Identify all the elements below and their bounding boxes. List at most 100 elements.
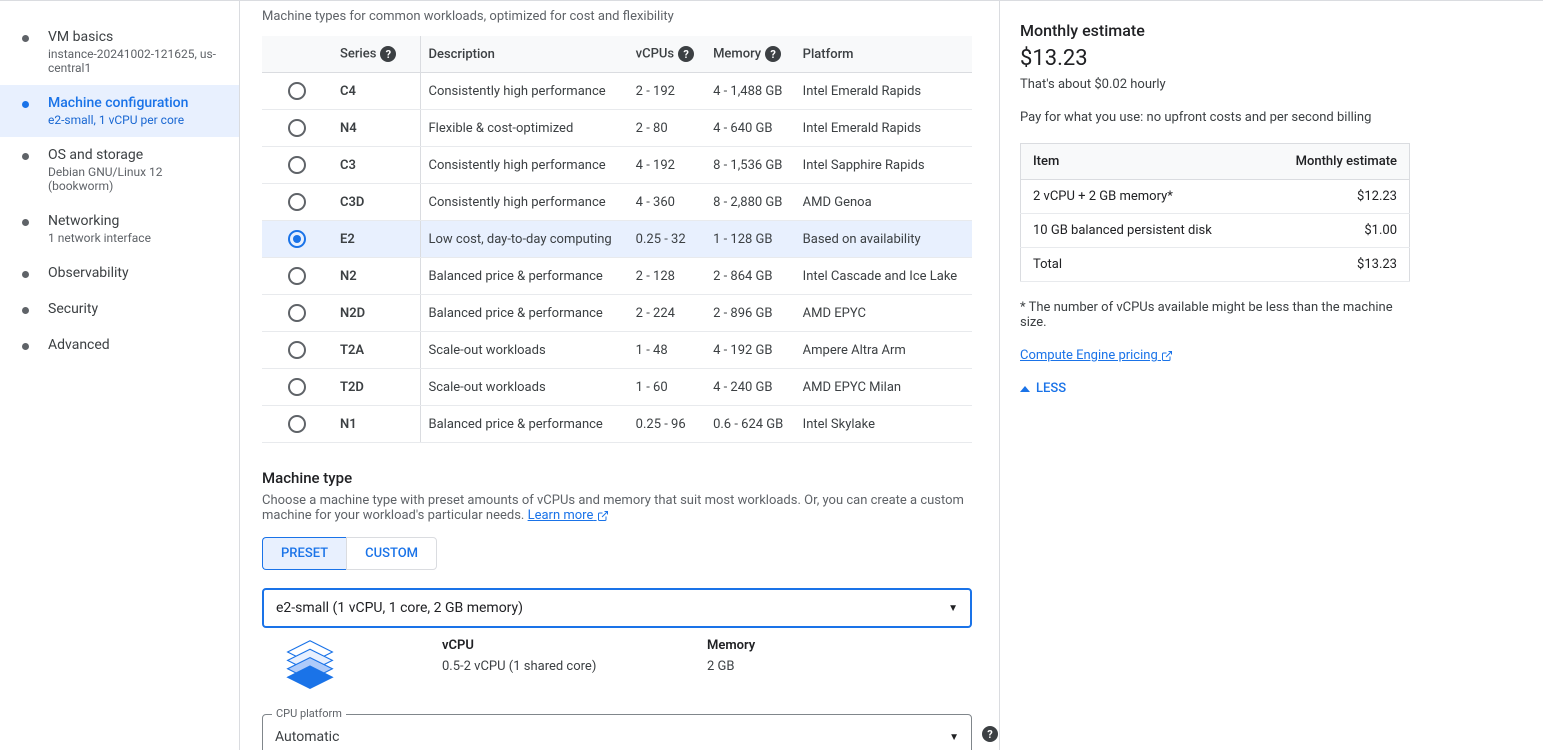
sidebar-item-sub: 1 network interface — [48, 231, 219, 245]
table-row[interactable]: N4Flexible & cost-optimized2 - 804 - 640… — [262, 110, 972, 147]
sidebar-item-sub: Debian GNU/Linux 12 (bookworm) — [48, 165, 219, 193]
series-vcpus: 0.25 - 32 — [628, 221, 705, 258]
series-platform: AMD EPYC Milan — [795, 369, 972, 406]
chevron-down-icon: ▼ — [949, 732, 959, 743]
cpu-platform-dropdown[interactable]: Automatic ▼ — [262, 714, 972, 750]
machine-type-title: Machine type — [262, 469, 999, 487]
series-memory: 8 - 1,536 GB — [705, 147, 795, 184]
cpu-platform-value: Automatic — [275, 729, 339, 745]
memory-label: Memory — [707, 638, 972, 653]
tab-preset[interactable]: PRESET — [262, 537, 346, 570]
series-name: N4 — [332, 110, 420, 147]
sidebar-item-vm-basics[interactable]: VM basics instance-20241002-121625, us-c… — [0, 19, 239, 85]
series-desc: Scale-out workloads — [420, 369, 628, 406]
table-row[interactable]: T2DScale-out workloads1 - 604 - 240 GBAM… — [262, 369, 972, 406]
sidebar-item-label: Machine configuration — [48, 95, 219, 111]
series-radio[interactable] — [288, 378, 306, 396]
series-memory: 4 - 192 GB — [705, 332, 795, 369]
table-row[interactable]: C3DConsistently high performance4 - 3608… — [262, 184, 972, 221]
series-desc: Scale-out workloads — [420, 332, 628, 369]
estimate-header-cost: Monthly estimate — [1261, 144, 1410, 180]
external-link-icon — [1161, 350, 1173, 362]
series-name: N1 — [332, 406, 420, 443]
series-header-description: Description — [420, 36, 628, 73]
estimate-table: Item Monthly estimate 2 vCPU + 2 GB memo… — [1020, 143, 1410, 282]
table-row[interactable]: T2AScale-out workloads1 - 484 - 192 GBAm… — [262, 332, 972, 369]
sidebar-item-sub: instance-20241002-121625, us-central1 — [48, 47, 219, 75]
table-row[interactable]: C3Consistently high performance4 - 1928 … — [262, 147, 972, 184]
series-platform: Intel Skylake — [795, 406, 972, 443]
pricing-link[interactable]: Compute Engine pricing — [1020, 348, 1173, 363]
series-desc: Low cost, day-to-day computing — [420, 221, 628, 258]
series-platform: Intel Cascade and Ice Lake — [795, 258, 972, 295]
series-radio[interactable] — [288, 341, 306, 359]
table-row[interactable]: N2Balanced price & performance2 - 1282 -… — [262, 258, 972, 295]
series-name: T2D — [332, 369, 420, 406]
table-row[interactable]: N1Balanced price & performance0.25 - 960… — [262, 406, 972, 443]
series-radio[interactable] — [288, 304, 306, 322]
series-header-radio — [262, 36, 332, 73]
sidebar-item-security[interactable]: Security — [0, 291, 239, 327]
sidebar-item-label: Networking — [48, 213, 219, 229]
series-radio[interactable] — [288, 267, 306, 285]
series-radio[interactable] — [288, 82, 306, 100]
series-vcpus: 0.25 - 96 — [628, 406, 705, 443]
table-row[interactable]: E2Low cost, day-to-day computing0.25 - 3… — [262, 221, 972, 258]
series-vcpus: 2 - 192 — [628, 73, 705, 110]
help-icon[interactable]: ? — [380, 46, 396, 62]
less-button[interactable]: LESS — [1020, 381, 1410, 396]
sidebar-item-observability[interactable]: Observability — [0, 255, 239, 291]
series-platform: Intel Emerald Rapids — [795, 110, 972, 147]
sidebar-item-advanced[interactable]: Advanced — [0, 327, 239, 363]
series-desc: Balanced price & performance — [420, 258, 628, 295]
series-radio[interactable] — [288, 193, 306, 211]
sidebar-item-os-storage[interactable]: OS and storage Debian GNU/Linux 12 (book… — [0, 137, 239, 203]
estimate-cost: $13.23 — [1261, 248, 1410, 282]
series-header-platform: Platform — [795, 36, 972, 73]
series-platform: AMD EPYC — [795, 295, 972, 332]
help-icon[interactable]: ? — [982, 726, 998, 742]
series-radio[interactable] — [288, 156, 306, 174]
learn-more-link[interactable]: Learn more — [528, 508, 609, 523]
series-platform: Based on availability — [795, 221, 972, 258]
sidebar: VM basics instance-20241002-121625, us-c… — [0, 1, 240, 750]
series-memory: 4 - 1,488 GB — [705, 73, 795, 110]
series-vcpus: 1 - 48 — [628, 332, 705, 369]
step-dot-icon — [22, 219, 29, 226]
sidebar-item-sub: e2-small, 1 vCPU per core — [48, 113, 219, 127]
series-radio[interactable] — [288, 415, 306, 433]
main: Machine types for common workloads, opti… — [240, 1, 1543, 750]
cpu-platform-field: CPU platform Automatic ▼ ? — [262, 714, 972, 750]
machine-type-value: e2-small (1 vCPU, 1 core, 2 GB memory) — [276, 600, 523, 616]
series-vcpus: 2 - 224 — [628, 295, 705, 332]
estimate-item: Total — [1021, 248, 1261, 282]
series-desc: Consistently high performance — [420, 147, 628, 184]
tab-custom[interactable]: CUSTOM — [346, 537, 437, 570]
help-icon[interactable]: ? — [678, 46, 694, 62]
series-radio[interactable] — [288, 230, 306, 248]
estimate-hourly: That's about $0.02 hourly — [1020, 77, 1410, 92]
external-link-icon — [597, 510, 609, 522]
series-name: T2A — [332, 332, 420, 369]
series-desc: Consistently high performance — [420, 184, 628, 221]
sidebar-item-label: VM basics — [48, 29, 219, 45]
series-memory: 4 - 640 GB — [705, 110, 795, 147]
series-table: Series? Description vCPUs? Memory? Platf… — [262, 36, 972, 443]
series-desc: Flexible & cost-optimized — [420, 110, 628, 147]
estimate-row: 10 GB balanced persistent disk$1.00 — [1021, 214, 1410, 248]
sidebar-item-networking[interactable]: Networking 1 network interface — [0, 203, 239, 255]
content-panel: Machine types for common workloads, opti… — [240, 1, 1000, 750]
sidebar-item-label: Observability — [48, 265, 219, 281]
step-dot-icon — [22, 343, 29, 350]
machine-stack-icon — [262, 638, 442, 694]
series-memory: 4 - 240 GB — [705, 369, 795, 406]
chevron-up-icon — [1020, 386, 1030, 392]
page-container: VM basics instance-20241002-121625, us-c… — [0, 0, 1543, 750]
table-row[interactable]: N2DBalanced price & performance2 - 2242 … — [262, 295, 972, 332]
machine-type-dropdown[interactable]: e2-small (1 vCPU, 1 core, 2 GB memory) ▼ — [262, 588, 972, 628]
series-radio[interactable] — [288, 119, 306, 137]
help-icon[interactable]: ? — [765, 46, 781, 62]
estimate-price: $13.23 — [1020, 46, 1410, 71]
sidebar-item-machine-configuration[interactable]: Machine configuration e2-small, 1 vCPU p… — [0, 85, 239, 137]
table-row[interactable]: C4Consistently high performance2 - 1924 … — [262, 73, 972, 110]
